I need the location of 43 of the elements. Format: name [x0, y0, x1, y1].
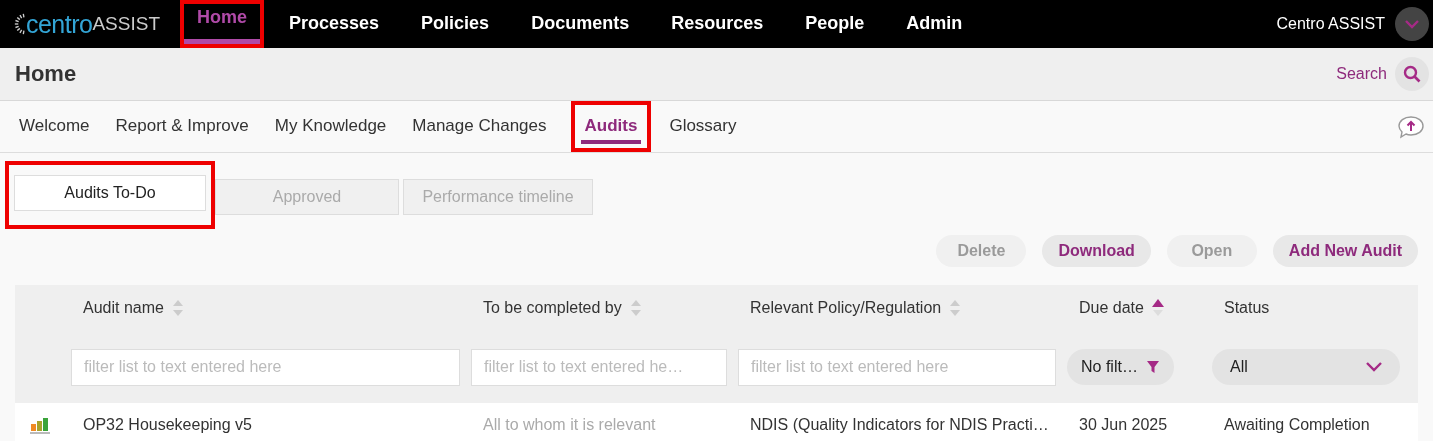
- table-cell-text: Awaiting Completion: [1223, 416, 1371, 434]
- logo[interactable]: centroASSIST: [14, 9, 160, 39]
- date-filter-button[interactable]: No filt…: [1067, 349, 1174, 385]
- section-tab[interactable]: Welcome: [15, 109, 94, 144]
- nav-link[interactable]: Processes: [276, 4, 393, 44]
- view-tab[interactable]: Audits To-Do: [14, 175, 206, 211]
- column-header[interactable]: Status: [1224, 299, 1270, 317]
- table-cell-text: 30 Jun 2025: [1078, 416, 1169, 434]
- chevron-down-icon: [1405, 19, 1419, 29]
- section-tab[interactable]: Glossary: [665, 109, 741, 144]
- action-button[interactable]: Download: [1042, 235, 1151, 267]
- filter-field[interactable]: filter list to text entered here: [71, 348, 460, 386]
- filter-field[interactable]: filter list to text entered here: [738, 348, 1056, 386]
- section-tab[interactable]: Report & Improve: [111, 109, 253, 144]
- table-cell-text: NDIS (Quality Indicators for NDIS Practi…: [749, 416, 1050, 434]
- filter-field[interactable]: filter list to text entered he…: [471, 348, 727, 386]
- column-header[interactable]: Audit name: [83, 299, 164, 317]
- bar-chart-icon: [29, 416, 51, 434]
- column-header[interactable]: Relevant Policy/Regulation: [750, 299, 942, 317]
- nav-link[interactable]: Resources: [658, 4, 777, 44]
- nav-link[interactable]: Admin: [893, 4, 976, 44]
- search-icon: [1403, 65, 1421, 83]
- section-tab[interactable]: Manage Changes: [408, 109, 551, 144]
- column-header[interactable]: To be completed by: [483, 299, 622, 317]
- status-dropdown[interactable]: All: [1212, 349, 1400, 385]
- search-link[interactable]: Search: [1336, 65, 1387, 83]
- upload-bubble-icon[interactable]: [1397, 114, 1425, 139]
- section-tab[interactable]: My Knowledge: [270, 109, 391, 144]
- nav-link[interactable]: People: [792, 4, 878, 44]
- table-cell-text: OP32 Housekeeping v5: [82, 416, 253, 434]
- sort-icon[interactable]: [1151, 298, 1164, 318]
- search-button[interactable]: [1395, 57, 1429, 91]
- chevron-down-icon: [1366, 362, 1382, 372]
- column-header[interactable]: Due date: [1079, 299, 1144, 317]
- nav-link[interactable]: Documents: [518, 4, 643, 44]
- nav-link[interactable]: Policies: [408, 4, 503, 44]
- sunburst-icon: [14, 11, 26, 37]
- user-menu-button[interactable]: [1395, 7, 1429, 41]
- action-button[interactable]: Add New Audit: [1272, 235, 1418, 267]
- table-cell-text: All to whom it is relevant: [482, 416, 657, 434]
- user-name: Centro ASSIST: [1276, 15, 1385, 33]
- funnel-icon: [1145, 360, 1160, 374]
- page-title: Home: [15, 61, 77, 87]
